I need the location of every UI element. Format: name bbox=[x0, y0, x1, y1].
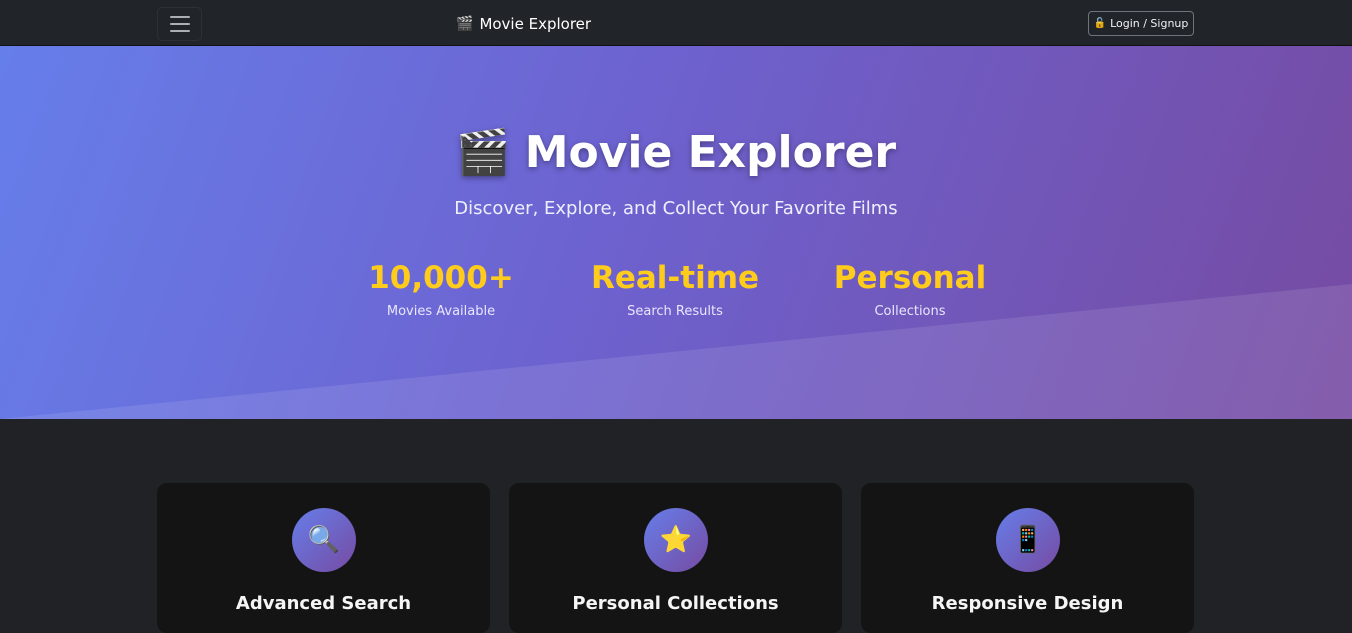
stat-label: Collections bbox=[874, 304, 946, 319]
feature-card-title: Personal Collections bbox=[572, 593, 779, 614]
login-signup-label: Login / Signup bbox=[1110, 17, 1189, 30]
magnifier-icon: 🔍 bbox=[292, 508, 356, 572]
stat-value: Real-time bbox=[590, 260, 760, 296]
hamburger-menu-icon bbox=[169, 16, 190, 18]
star-icon: ⭐ bbox=[644, 508, 708, 572]
navbar-toggler-button[interactable] bbox=[157, 7, 202, 41]
stat-movies: 10,000+ Movies Available bbox=[321, 260, 561, 319]
unlock-icon: 🔓 bbox=[1093, 18, 1107, 29]
feature-card-title: Advanced Search bbox=[235, 593, 412, 614]
navbar-brand-link[interactable]: 🎬 Movie Explorer bbox=[456, 13, 591, 35]
hero-wedge-decoration bbox=[0, 284, 1352, 419]
mobile-phone-icon: 📱 bbox=[996, 508, 1060, 572]
stat-value: 10,000+ bbox=[368, 260, 514, 296]
feature-card-advanced-search: 🔍 Advanced Search bbox=[157, 483, 490, 633]
brand-text: Movie Explorer bbox=[479, 15, 592, 33]
top-navbar: 🎬 Movie Explorer 🔓 Login / Signup bbox=[0, 0, 1352, 46]
feature-card-title: Responsive Design bbox=[931, 593, 1124, 614]
stat-label: Search Results bbox=[627, 304, 723, 319]
hero-subtitle: Discover, Explore, and Collect Your Favo… bbox=[454, 198, 898, 219]
clapperboard-icon: 🎬 bbox=[456, 16, 474, 32]
feature-card-personal-collections: ⭐ Personal Collections bbox=[509, 483, 842, 633]
login-signup-button[interactable]: 🔓 Login / Signup bbox=[1088, 11, 1194, 36]
hero-title-text: Movie Explorer bbox=[524, 127, 897, 178]
stat-collections: Personal Collections bbox=[790, 260, 1030, 319]
stat-label: Movies Available bbox=[386, 304, 496, 319]
clapperboard-icon: 🎬 bbox=[455, 127, 511, 178]
hero-section: 🎬 Movie Explorer Discover, Explore, and C… bbox=[0, 46, 1352, 419]
feature-card-responsive-design: 📱 Responsive Design bbox=[861, 483, 1194, 633]
hero-title: 🎬 Movie Explorer bbox=[0, 126, 1352, 178]
stat-search: Real-time Search Results bbox=[555, 260, 795, 319]
stat-value: Personal bbox=[833, 260, 987, 296]
